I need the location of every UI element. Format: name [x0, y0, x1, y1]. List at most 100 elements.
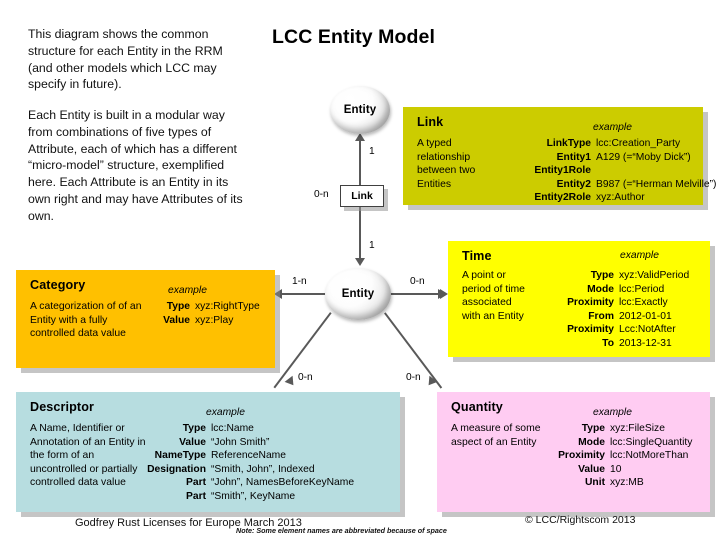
table-row: LinkType lcc:Creation_Party — [499, 137, 716, 151]
table-row: Proximity Lcc:NotAfter — [526, 323, 689, 337]
table-row: NameType ReferenceName — [134, 449, 354, 463]
row-value: lcc:Period — [619, 283, 665, 295]
arrowhead-up-entity-top — [355, 133, 365, 141]
table-row: Entity2Role xyz:Author — [499, 191, 716, 205]
row-key: Unit — [584, 477, 605, 489]
node-entity-mid-label: Entity — [341, 288, 375, 300]
row-value: A129 (=“Moby Dick”) — [596, 151, 691, 163]
card-time-title: Time — [462, 249, 492, 263]
node-entity-mid[interactable]: Entity — [325, 268, 391, 320]
row-value: xyz:MB — [610, 477, 644, 489]
cardinality-entity-quantity: 0-n — [406, 372, 421, 383]
row-value: xyz:Play — [195, 314, 234, 326]
card-descriptor-title: Descriptor — [30, 400, 94, 414]
connector-link-to-entity-mid — [359, 206, 361, 262]
table-row: Type xyz:ValidPeriod — [526, 269, 689, 283]
card-quantity-example-label: example — [593, 407, 632, 418]
row-key: Proximity — [567, 297, 614, 309]
footer-note: Note: Some element names are abbreviated… — [236, 526, 447, 535]
table-row: Entity1Role — [499, 164, 716, 178]
row-value: 2012-01-01 — [619, 310, 672, 322]
row-key: Mode — [578, 436, 605, 448]
table-row: Mode lcc:Period — [526, 283, 689, 297]
row-key: Type — [590, 270, 614, 281]
table-row: Unit xyz:MB — [517, 476, 692, 490]
row-value: xyz:RightType — [195, 301, 260, 312]
row-key: Proximity — [558, 450, 605, 462]
row-key: LinkType — [546, 138, 591, 149]
connector-entity-to-time — [390, 293, 442, 295]
row-value: lcc:Exactly — [619, 297, 668, 309]
card-link[interactable]: Link A typed relationship between two En… — [403, 107, 716, 205]
row-key: From — [588, 310, 614, 322]
row-value: xyz:FileSize — [610, 423, 665, 434]
row-value: ReferenceName — [211, 450, 286, 462]
row-value: “John Smith” — [211, 436, 270, 448]
card-quantity-rows: Type xyz:FileSize Mode lcc:SingleQuantit… — [517, 422, 692, 490]
cardinality-link-entity-mid: 1 — [369, 240, 375, 251]
card-descriptor-rows: Type lcc:Name Value “John Smith” NameTyp… — [134, 422, 354, 504]
arrowhead-down-entity-mid — [355, 258, 365, 266]
row-value: lcc:Name — [211, 423, 254, 434]
card-time[interactable]: Time A point or period of time associate… — [448, 241, 710, 357]
node-link-label: Link — [351, 190, 373, 202]
table-row: Type xyz:RightType — [138, 300, 260, 314]
row-key: Entity1Role — [534, 165, 591, 177]
table-row: To 2013-12-31 — [526, 337, 689, 351]
row-value: “Smith, John”, Indexed — [211, 463, 315, 475]
table-row: Value “John Smith” — [134, 436, 354, 450]
card-quantity-title: Quantity — [451, 400, 503, 414]
row-key: Entity2 — [556, 178, 591, 190]
table-row: From 2012-01-01 — [526, 310, 689, 324]
table-row: Designation “Smith, John”, Indexed — [134, 463, 354, 477]
cardinality-entity-time: 0-n — [410, 276, 425, 287]
cardinality-link-left: 0-n — [314, 189, 329, 200]
row-key: Part — [185, 490, 206, 502]
row-key: Proximity — [567, 324, 614, 336]
row-value: “Smith”, KeyName — [211, 490, 296, 502]
card-descriptor-description: A Name, Identifier or Annotation of an E… — [30, 423, 149, 489]
card-quantity[interactable]: Quantity A measure of some aspect of an … — [437, 392, 710, 512]
table-row: Proximity lcc:Exactly — [526, 296, 689, 310]
card-category[interactable]: Category A categorization of of an Entit… — [16, 270, 275, 368]
row-value: xyz:ValidPeriod — [619, 270, 690, 281]
card-category-description: A categorization of of an Entity with a … — [30, 301, 145, 340]
page-title: LCC Entity Model — [272, 26, 436, 48]
intro-paragraph-2: Each Entity is built in a modular way fr… — [28, 108, 247, 223]
node-link[interactable]: Link — [340, 185, 384, 207]
row-value: 10 — [610, 463, 622, 475]
node-entity-top-label: Entity — [343, 104, 377, 116]
cardinality-entity-descriptor: 0-n — [298, 372, 313, 383]
arrowhead-into-time — [438, 289, 446, 299]
row-key: Entity1 — [556, 151, 591, 163]
row-key: Value — [163, 314, 190, 326]
card-time-description: A point or period of time associated wit… — [462, 270, 528, 322]
table-row: Entity2 B987 (=“Herman Melville”) — [499, 178, 717, 192]
table-row: Part “John”, NamesBeforeKeyName — [134, 476, 354, 490]
table-row: Entity1 A129 (=“Moby Dick”) — [499, 151, 716, 165]
row-value: “John”, NamesBeforeKeyName — [211, 477, 355, 489]
card-link-rows: LinkType lcc:Creation_Party Entity1 A129… — [499, 137, 716, 205]
card-link-example-label: example — [593, 122, 632, 133]
row-key: To — [602, 337, 614, 349]
cardinality-entity-category: 1-n — [292, 276, 307, 287]
row-key: Type — [581, 423, 605, 434]
intro-paragraph-1: This diagram shows the common structure … — [28, 27, 227, 92]
row-key: Type — [166, 301, 190, 312]
arrowhead-left-category — [274, 289, 282, 299]
row-value: Lcc:NotAfter — [619, 324, 676, 336]
table-row: Mode lcc:SingleQuantity — [517, 436, 692, 450]
table-row: Value xyz:Play — [138, 314, 260, 328]
card-link-description: A typed relationship between two Entitie… — [417, 138, 479, 190]
node-entity-top[interactable]: Entity — [330, 86, 390, 134]
card-descriptor[interactable]: Descriptor A Name, Identifier or Annotat… — [16, 392, 400, 512]
connector-entity-to-category — [281, 293, 327, 295]
card-time-example-label: example — [620, 250, 659, 261]
row-value: lcc:SingleQuantity — [610, 436, 693, 448]
row-key: Part — [185, 477, 206, 489]
row-key: NameType — [154, 450, 206, 462]
row-key: Value — [179, 436, 206, 448]
row-value: lcc:Creation_Party — [596, 138, 681, 149]
card-link-title: Link — [417, 115, 444, 129]
row-value: 2013-12-31 — [619, 337, 672, 349]
